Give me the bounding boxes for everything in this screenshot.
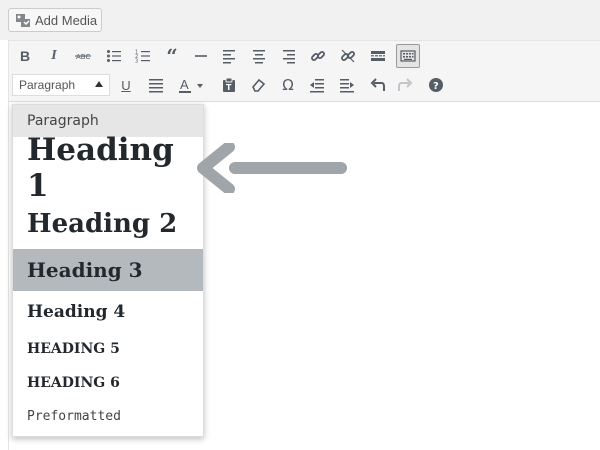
align-right-button[interactable] xyxy=(276,44,300,68)
strikethrough-button[interactable]: ABC xyxy=(71,44,95,68)
underline-icon: U xyxy=(121,77,131,93)
text-color-button[interactable]: A xyxy=(174,73,210,97)
svg-text:A: A xyxy=(180,77,189,92)
add-media-icon xyxy=(16,14,30,27)
format-option-label: HEADING 6 xyxy=(27,375,120,391)
italic-button[interactable]: I xyxy=(42,44,66,68)
redo-button[interactable] xyxy=(394,73,418,97)
underline-button[interactable]: U xyxy=(114,73,138,97)
toolbar-toggle-button[interactable] xyxy=(396,44,420,68)
add-media-button[interactable]: Add Media xyxy=(8,8,102,32)
link-icon xyxy=(311,51,325,61)
align-left-button[interactable] xyxy=(218,44,242,68)
insert-link-button[interactable] xyxy=(306,44,330,68)
numbered-list-button[interactable]: 1 2 3 xyxy=(131,44,155,68)
align-center-icon xyxy=(253,50,265,64)
increase-indent-button[interactable] xyxy=(335,73,359,97)
blockquote-icon: “ xyxy=(166,44,178,68)
remove-link-button[interactable] xyxy=(336,44,360,68)
outdent-icon xyxy=(310,79,324,93)
svg-text:T: T xyxy=(226,83,232,92)
format-option-label: Heading 1 xyxy=(27,132,174,204)
align-right-icon xyxy=(283,50,295,64)
decrease-indent-button[interactable] xyxy=(305,73,329,97)
numbered-list-icon: 1 2 3 xyxy=(135,50,150,65)
clipboard-icon: T xyxy=(223,77,235,92)
format-option-preformatted[interactable]: Preformatted xyxy=(13,401,203,431)
keyboard-icon xyxy=(400,50,416,62)
align-left-icon xyxy=(223,50,235,64)
special-character-button[interactable]: Ω xyxy=(276,73,300,97)
format-option-heading-6[interactable]: HEADING 6 xyxy=(13,365,203,401)
bold-button[interactable]: B xyxy=(13,44,37,68)
read-more-icon xyxy=(371,51,385,61)
unlink-icon xyxy=(341,49,355,63)
format-select[interactable]: Paragraph xyxy=(12,74,110,96)
format-option-heading-1[interactable]: Heading 1 xyxy=(13,132,203,204)
undo-icon xyxy=(370,78,385,91)
indent-icon xyxy=(340,79,354,93)
bullet-list-icon xyxy=(107,50,121,62)
justify-button[interactable] xyxy=(144,73,168,97)
read-more-button[interactable] xyxy=(366,44,390,68)
format-option-label: Heading 2 xyxy=(27,209,178,239)
text-color-icon: A xyxy=(179,77,203,93)
horizontal-line-icon xyxy=(195,55,207,57)
format-option-label: Paragraph xyxy=(27,113,99,129)
format-option-label: Preformatted xyxy=(27,408,121,424)
format-dropdown-menu: Paragraph Heading 1 Heading 2 Heading 3 … xyxy=(12,104,204,437)
redo-icon xyxy=(398,78,413,91)
paste-as-text-button[interactable]: T xyxy=(217,73,241,97)
format-option-label: Heading 4 xyxy=(27,302,126,322)
svg-text:ABC: ABC xyxy=(76,53,90,61)
strikethrough-icon: ABC xyxy=(75,53,91,61)
bullet-list-button[interactable] xyxy=(102,44,126,68)
justify-icon xyxy=(149,79,163,93)
eraser-icon xyxy=(252,78,266,92)
format-select-value: Paragraph xyxy=(19,78,76,92)
omega-icon: Ω xyxy=(282,76,294,94)
svg-text:3: 3 xyxy=(135,59,138,65)
help-icon: ? xyxy=(429,78,443,92)
help-button[interactable]: ? xyxy=(424,73,448,97)
format-option-heading-5[interactable]: HEADING 5 xyxy=(13,333,203,365)
undo-button[interactable] xyxy=(365,73,389,97)
caret-up-icon xyxy=(95,81,103,87)
format-option-label: HEADING 5 xyxy=(27,341,120,357)
clear-formatting-button[interactable] xyxy=(246,73,270,97)
italic-icon: I xyxy=(51,48,57,63)
format-option-label: Heading 3 xyxy=(27,258,143,282)
blockquote-button[interactable]: “ xyxy=(160,44,184,68)
format-option-heading-4[interactable]: Heading 4 xyxy=(13,291,203,333)
format-option-heading-3[interactable]: Heading 3 xyxy=(13,249,203,291)
svg-text:?: ? xyxy=(433,81,439,92)
align-center-button[interactable] xyxy=(247,44,271,68)
horizontal-line-button[interactable] xyxy=(189,44,213,68)
bold-icon: B xyxy=(19,48,31,64)
format-option-heading-2[interactable]: Heading 2 xyxy=(13,199,203,249)
add-media-label: Add Media xyxy=(35,12,98,28)
annotation-arrow-icon xyxy=(197,143,347,193)
